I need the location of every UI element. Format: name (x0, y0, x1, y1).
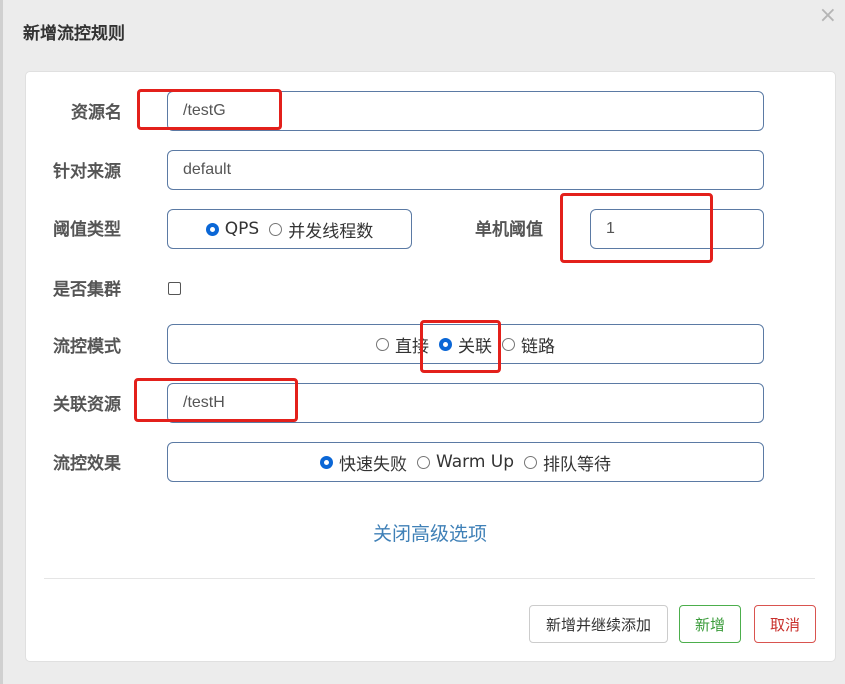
grade-radio-group: QPS 并发线程数 (167, 209, 412, 249)
behavior-option-warm-up-label: Warm Up (435, 452, 515, 472)
limit-app-input[interactable]: default (167, 150, 764, 190)
resource-input[interactable]: /testG (167, 91, 764, 131)
behavior-option-warm-up[interactable]: Warm Up (416, 452, 515, 472)
strategy-radio-group: 直接 关联 链路 (167, 324, 764, 364)
grade-option-thread-label: 并发线程数 (288, 221, 374, 242)
strategy-option-chain-label: 链路 (521, 336, 555, 357)
strategy-option-direct-label: 直接 (395, 336, 429, 357)
strategy-option-relate[interactable]: 关联 (439, 332, 492, 357)
grade-option-thread[interactable]: 并发线程数 (269, 217, 373, 242)
add-button[interactable]: 新增 (679, 605, 741, 643)
resource-value: /testG (183, 102, 226, 119)
radio-unchecked-icon[interactable] (416, 455, 430, 469)
count-value: 1 (606, 220, 615, 237)
strategy-option-relate-label: 关联 (458, 336, 492, 357)
radio-checked-icon[interactable] (205, 222, 219, 236)
count-label: 单机阈值 (475, 220, 543, 240)
grade-option-qps[interactable]: QPS (205, 219, 260, 239)
radio-unchecked-icon[interactable] (269, 222, 283, 236)
limit-app-value: default (183, 161, 232, 178)
close-icon[interactable]: × (819, 4, 837, 28)
behavior-radio-group: 快速失败 Warm Up 排队等待 (167, 442, 764, 482)
radio-unchecked-icon[interactable] (376, 337, 389, 351)
cluster-checkbox[interactable] (168, 282, 181, 295)
strategy-label: 流控模式 (53, 337, 121, 357)
grade-label: 阈值类型 (53, 220, 121, 240)
behavior-option-fail-fast[interactable]: 快速失败 (319, 450, 407, 475)
ref-resource-input[interactable]: /testH (167, 383, 764, 423)
behavior-label: 流控效果 (53, 454, 121, 474)
behavior-option-queue[interactable]: 排队等待 (524, 450, 611, 475)
grade-option-qps-label: QPS (224, 219, 260, 239)
radio-checked-icon[interactable] (319, 455, 333, 469)
limit-app-label: 针对来源 (53, 162, 121, 182)
dialog-title: 新增流控规则 (23, 24, 125, 44)
add-flow-rule-dialog: 新增流控规则 × 资源名 /testG 针对来源 default 阈值类型 QP… (0, 0, 845, 684)
close-advanced-options-link[interactable]: 关闭高级选项 (373, 519, 487, 546)
ref-resource-label: 关联资源 (53, 395, 121, 415)
count-input[interactable]: 1 (590, 209, 764, 249)
strategy-option-direct[interactable]: 直接 (376, 332, 429, 357)
radio-unchecked-icon[interactable] (524, 455, 538, 469)
strategy-option-chain[interactable]: 链路 (502, 332, 555, 357)
cluster-label: 是否集群 (53, 280, 121, 300)
radio-checked-icon[interactable] (439, 337, 452, 351)
ref-resource-value: /testH (183, 394, 225, 411)
behavior-option-fail-fast-label: 快速失败 (338, 454, 407, 475)
resource-label: 资源名 (71, 103, 122, 123)
cancel-button[interactable]: 取消 (754, 605, 816, 643)
radio-unchecked-icon[interactable] (502, 337, 515, 351)
footer-divider (44, 578, 815, 579)
behavior-option-queue-label: 排队等待 (543, 454, 612, 475)
add-and-continue-button[interactable]: 新增并继续添加 (529, 605, 668, 643)
